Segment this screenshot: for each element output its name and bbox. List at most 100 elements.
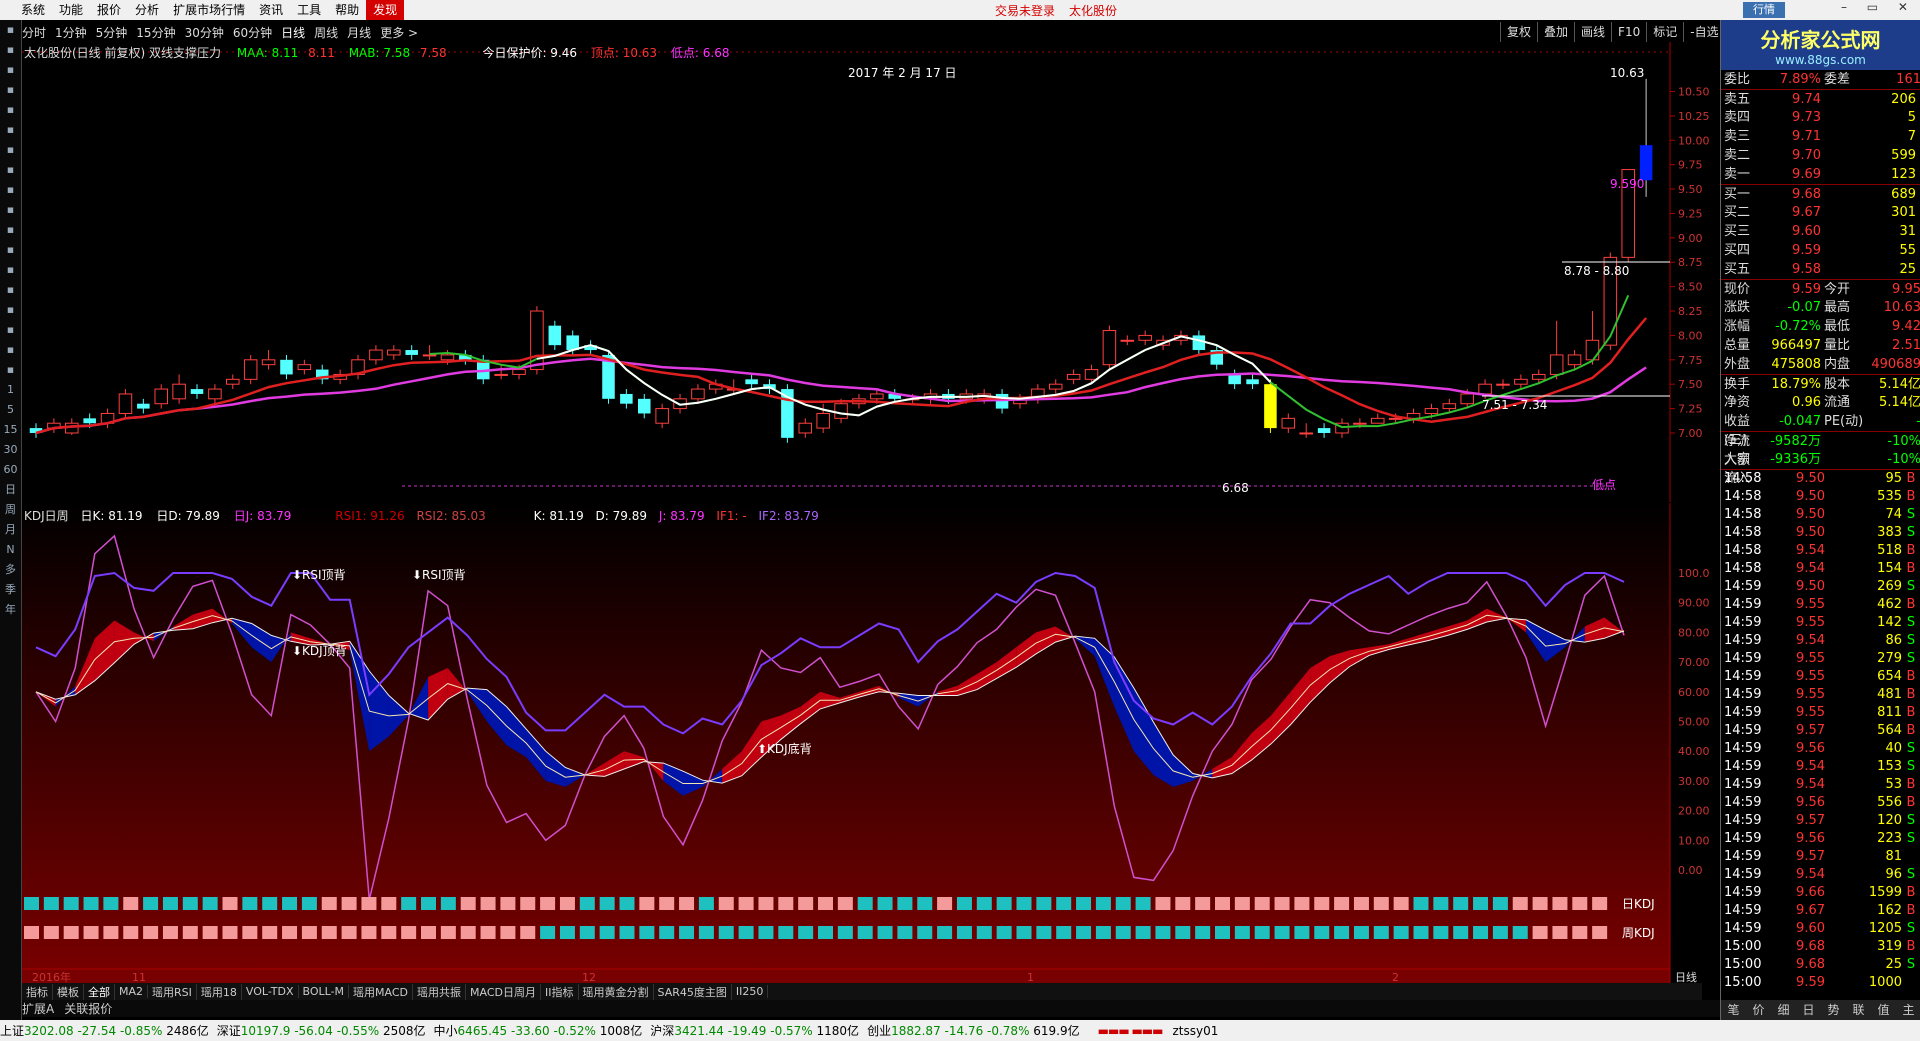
- tool-icon[interactable]: ▪: [0, 40, 21, 60]
- tool-icon[interactable]: ▪: [0, 20, 21, 40]
- panel-tab[interactable]: 价: [1752, 1000, 1764, 1020]
- index-quote[interactable]: 上证3202.08 -27.54 -0.85% 2486亿: [0, 1022, 209, 1039]
- menu-item[interactable]: 资讯: [252, 0, 290, 20]
- sell-level[interactable]: 卖五 9.74 206: [1721, 89, 1920, 108]
- menu-item[interactable]: 扩展市场行情: [166, 0, 252, 20]
- menu-item[interactable]: 功能: [52, 0, 90, 20]
- chart-tool-button[interactable]: F10: [1611, 22, 1646, 42]
- indicator-tab[interactable]: 模板: [53, 983, 84, 1000]
- period-tab[interactable]: 日线: [281, 24, 305, 41]
- period-shortcut[interactable]: 多: [0, 560, 21, 580]
- ext-tab[interactable]: 关联报价: [64, 1000, 112, 1017]
- tool-icon[interactable]: ▪: [0, 340, 21, 360]
- indicator-tab[interactable]: 瑶用RSI: [148, 983, 197, 1000]
- indicator-tab[interactable]: SAR45度主图: [654, 983, 732, 1000]
- buy-level[interactable]: 买五 9.58 25: [1721, 260, 1920, 279]
- indicator-tab[interactable]: BOLL-M: [299, 985, 350, 998]
- kline-chart[interactable]: 10.50 10.25 10.00 9.75 9.50 9.25 9.00 8.75 8.50 8…: [22, 42, 1720, 502]
- menu-item[interactable]: 发现: [366, 0, 405, 20]
- sell-level[interactable]: 卖三 9.71 7: [1721, 127, 1920, 146]
- indicator-tab[interactable]: 全部: [84, 983, 115, 1000]
- period-tab[interactable]: 周线: [314, 24, 338, 41]
- indicator-tab[interactable]: 瑶用共振: [413, 983, 467, 1000]
- sell-level[interactable]: 卖二 9.70 599: [1721, 146, 1920, 165]
- panel-tab[interactable]: 日: [1802, 1000, 1814, 1020]
- period-shortcut[interactable]: 日: [0, 480, 21, 500]
- buy-level[interactable]: 买一 9.68 689: [1721, 184, 1920, 203]
- chart-tool-button[interactable]: -自选: [1683, 22, 1724, 42]
- period-shortcut[interactable]: 5: [0, 400, 21, 420]
- period-tab[interactable]: 更多 >: [380, 24, 418, 41]
- period-shortcut[interactable]: 年: [0, 600, 21, 620]
- index-quote[interactable]: 中小6465.45 -33.60 -0.52% 1008亿: [434, 1022, 643, 1039]
- period-tab[interactable]: 月线: [347, 24, 371, 41]
- period-tab[interactable]: 60分钟: [233, 24, 272, 41]
- period-shortcut[interactable]: 15: [0, 420, 21, 440]
- indicator-tab[interactable]: II指标: [541, 983, 579, 1000]
- tool-icon[interactable]: ▪: [0, 300, 21, 320]
- kdj-indicator-chart[interactable]: 100.0 90.00 80.00 70.00 60.00 50.00 40.00 30.00…: [22, 503, 1720, 983]
- index-quote[interactable]: 深证10197.9 -56.04 -0.55% 2508亿: [217, 1022, 426, 1039]
- period-tab[interactable]: 1分钟: [55, 24, 87, 41]
- buy-level[interactable]: 买二 9.67 301: [1721, 203, 1920, 222]
- tool-icon[interactable]: ▪: [0, 80, 21, 100]
- period-tab[interactable]: 30分钟: [185, 24, 224, 41]
- index-quote[interactable]: 沪深3421.44 -19.49 -0.57% 1180亿: [650, 1022, 859, 1039]
- menu-item[interactable]: 分析: [128, 0, 166, 20]
- indicator-tab[interactable]: VOL-TDX: [242, 985, 299, 998]
- panel-tab[interactable]: 主: [1902, 1000, 1914, 1020]
- buy-level[interactable]: 买三 9.60 31: [1721, 222, 1920, 241]
- panel-tab[interactable]: 值: [1877, 1000, 1889, 1020]
- indicator-tab[interactable]: MA2: [115, 985, 149, 998]
- tool-icon[interactable]: ▪: [0, 160, 21, 180]
- chart-tool-button[interactable]: 复权: [1500, 22, 1537, 42]
- index-quote[interactable]: 创业1882.87 -14.76 -0.78% 619.9亿: [867, 1022, 1080, 1039]
- tool-icon[interactable]: ▪: [0, 100, 21, 120]
- period-shortcut[interactable]: 周: [0, 500, 21, 520]
- menu-item[interactable]: 系统: [14, 0, 52, 20]
- sell-level[interactable]: 卖一 9.69 123: [1721, 165, 1920, 184]
- panel-tab[interactable]: 势: [1827, 1000, 1839, 1020]
- period-tab[interactable]: 5分钟: [96, 24, 128, 41]
- sell-level[interactable]: 卖四 9.73 5: [1721, 108, 1920, 127]
- period-tab[interactable]: 分时: [22, 24, 46, 41]
- period-shortcut[interactable]: 月: [0, 520, 21, 540]
- chart-tool-button[interactable]: 标记: [1646, 22, 1683, 42]
- menu-item[interactable]: 报价: [90, 0, 128, 20]
- tool-icon[interactable]: ▪: [0, 200, 21, 220]
- tool-icon[interactable]: ▪: [0, 140, 21, 160]
- tool-icon[interactable]: ▪: [0, 280, 21, 300]
- mini-quote-button[interactable]: 行情: [1743, 2, 1785, 18]
- panel-tab[interactable]: 笔: [1727, 1000, 1739, 1020]
- tool-icon[interactable]: ▪: [0, 260, 21, 280]
- period-shortcut[interactable]: 30: [0, 440, 21, 460]
- tool-icon[interactable]: ▪: [0, 60, 21, 80]
- panel-tab[interactable]: 联: [1852, 1000, 1864, 1020]
- indicator-tab[interactable]: MACD日周月: [466, 983, 542, 1000]
- menu-item[interactable]: 工具: [290, 0, 328, 20]
- chart-tool-button[interactable]: 画线: [1574, 22, 1611, 42]
- ext-tab[interactable]: 扩展A: [22, 1000, 54, 1017]
- tool-icon[interactable]: ▪: [0, 220, 21, 240]
- period-shortcut[interactable]: 季: [0, 580, 21, 600]
- chart-tool-button[interactable]: 叠加: [1537, 22, 1574, 42]
- window-controls[interactable]: – ▭ ✕: [1841, 0, 1916, 14]
- menu-item[interactable]: 帮助: [328, 0, 366, 20]
- period-shortcut[interactable]: 1: [0, 380, 21, 400]
- indicator-tab[interactable]: II250: [732, 985, 769, 998]
- indicator-tab[interactable]: 指标: [22, 983, 53, 1000]
- tool-icon[interactable]: ▪: [0, 180, 21, 200]
- tool-icon[interactable]: ▪: [0, 240, 21, 260]
- tool-icon[interactable]: ▪: [0, 320, 21, 340]
- tool-icon[interactable]: ▪: [0, 360, 21, 380]
- week-kdj-square: [917, 926, 933, 939]
- buy-level[interactable]: 买四 9.59 55: [1721, 241, 1920, 260]
- period-shortcut[interactable]: N: [0, 540, 21, 560]
- indicator-tab[interactable]: 瑶用18: [197, 983, 242, 1000]
- period-tab[interactable]: 15分钟: [136, 24, 175, 41]
- period-shortcut[interactable]: 60: [0, 460, 21, 480]
- indicator-tab[interactable]: 瑶用MACD: [349, 983, 414, 1000]
- tool-icon[interactable]: ▪: [0, 120, 21, 140]
- indicator-tab[interactable]: 瑶用黄金分割: [579, 983, 654, 1000]
- panel-tab[interactable]: 细: [1777, 1000, 1789, 1020]
